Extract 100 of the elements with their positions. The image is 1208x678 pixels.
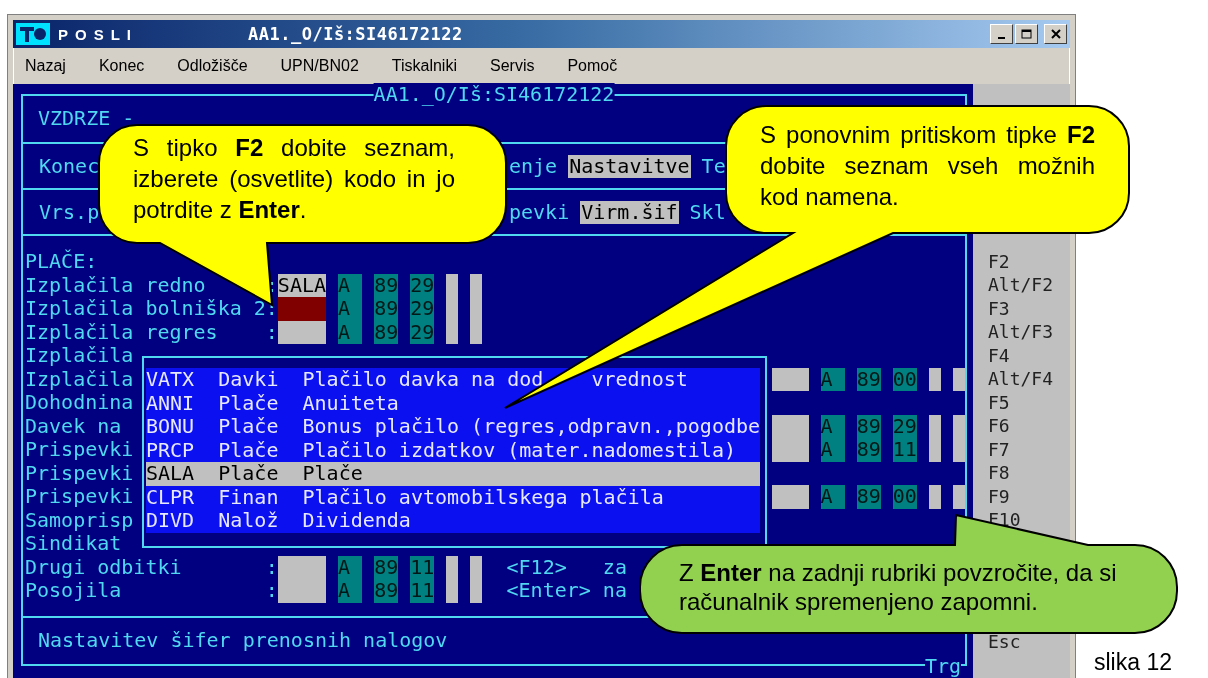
flag-field[interactable]: A [338, 320, 363, 344]
code-field[interactable] [772, 414, 809, 438]
flag-field[interactable]: 89 [856, 367, 881, 391]
flag-field[interactable]: 00 [892, 367, 917, 391]
flag-field[interactable]: A [820, 438, 845, 462]
maximize-button[interactable] [1015, 24, 1038, 44]
code-field[interactable] [772, 485, 809, 509]
code-list-item[interactable]: BONU Plače Bonus plačilo (regres,odpravn.,pogodbe [146, 415, 760, 439]
function-key[interactable]: F4 [988, 343, 1070, 367]
window-title: AA1._O/Iš:SI46172122 [248, 24, 463, 44]
minimize-button[interactable] [990, 24, 1013, 44]
close-button[interactable] [1044, 24, 1067, 44]
separator: : [265, 555, 278, 579]
flag-field[interactable]: 89 [374, 297, 399, 321]
terminal-menu-item[interactable]: Vrs.p [38, 200, 101, 224]
field-label: Prispevki [25, 461, 134, 485]
menu-item[interactable]: Odložišče [177, 57, 248, 75]
flag-field[interactable]: 29 [892, 414, 917, 438]
terminal-menu-item[interactable]: Te [700, 154, 727, 178]
flag-field[interactable]: A [820, 414, 845, 438]
code-field[interactable] [772, 438, 809, 462]
terminal-menu-item[interactable]: Konec [38, 154, 101, 178]
field-label: Drugi odbitki [25, 555, 183, 579]
function-key[interactable]: Alt/F4 [988, 367, 1070, 391]
field-label: Posojila [25, 579, 123, 603]
field-label: Izplačila redno [25, 273, 207, 297]
flag-field[interactable]: 29 [410, 273, 435, 297]
code-field[interactable] [277, 297, 326, 321]
terminal-menu-item[interactable]: pevki [508, 200, 571, 224]
separator: : [265, 320, 278, 344]
empty-field[interactable] [928, 485, 941, 509]
function-key[interactable]: F7 [988, 437, 1070, 461]
code-field[interactable] [277, 320, 326, 344]
function-key[interactable]: Esc [988, 629, 1070, 653]
flag-field[interactable]: 11 [410, 579, 435, 603]
flag-field[interactable]: A [820, 367, 845, 391]
flag-field[interactable]: 29 [410, 297, 435, 321]
frame-title: AA1._O/Iš:SI46172122 [373, 83, 615, 105]
flag-field[interactable]: 89 [856, 485, 881, 509]
terminal-menu-item[interactable]: enje [508, 154, 559, 178]
flag-field[interactable]: 11 [410, 555, 435, 579]
function-key[interactable]: F6 [988, 414, 1070, 438]
minimize-icon [998, 36, 1005, 39]
menu-item[interactable]: UPN/BN02 [280, 57, 359, 75]
app-name: POSLI [58, 25, 139, 43]
code-list-item[interactable]: SALA Plače Plače [146, 462, 760, 486]
function-key[interactable]: F2 [988, 249, 1070, 273]
menu-item[interactable]: Tiskalniki [391, 57, 457, 75]
flag-field[interactable]: 89 [374, 273, 399, 297]
flag-field[interactable]: 89 [374, 555, 399, 579]
terminal-menu-item[interactable]: Nastavitve [568, 154, 691, 178]
figure-caption: slika 12 [1094, 649, 1172, 676]
callout-text: Z Enter na zadnji rubriki povzročite, da si računalnik spremenjeno zapomni. [679, 558, 1118, 616]
flag-field[interactable]: 89 [856, 438, 881, 462]
function-key[interactable]: F9 [988, 484, 1070, 508]
menu-item[interactable]: Pomoč [567, 57, 618, 75]
app-logo-icon [16, 23, 50, 45]
function-key[interactable]: Alt/F3 [988, 320, 1070, 344]
code-field[interactable]: SALA [277, 273, 326, 297]
code-list-item[interactable]: DIVD Nalož Dividenda [146, 509, 760, 533]
terminal-menu-item[interactable]: Skl [688, 200, 727, 224]
screen-header: VZDRZE - [38, 107, 135, 131]
separator: : [265, 579, 278, 603]
function-key[interactable]: F5 [988, 390, 1070, 414]
menu-item[interactable]: Nazaj [25, 57, 66, 75]
field-label: Prispevki [25, 485, 134, 509]
code-field[interactable] [277, 555, 326, 579]
code-list-item[interactable]: PRCP Plače Plačilo izdatkov (mater.nadomestila) [146, 438, 760, 462]
code-field[interactable] [277, 579, 326, 603]
field-label: Izplačila [25, 367, 134, 391]
code-list-item[interactable]: ANNI Plače Anuiteta [146, 391, 760, 415]
flag-field[interactable]: 89 [374, 320, 399, 344]
flag-field[interactable]: 89 [374, 579, 399, 603]
field-label: Sindikat [25, 532, 122, 556]
flag-field[interactable]: 89 [856, 414, 881, 438]
code-list-item[interactable]: CLPR Finan Plačilo avtomobilskega plačila [146, 485, 760, 509]
field-label: Prispevki [25, 438, 134, 462]
function-key[interactable]: Alt/F2 [988, 273, 1070, 297]
code-list-item[interactable]: VATX Davki Plačilo davka na dod vrednost [146, 368, 760, 392]
menu-item[interactable]: Konec [98, 57, 145, 75]
field-label: Dohodnina [25, 391, 134, 415]
code-field[interactable] [772, 367, 809, 391]
flag-field[interactable]: 29 [410, 320, 435, 344]
close-icon [1050, 29, 1061, 39]
terminal-menu-item[interactable]: Virm.šif [580, 200, 679, 224]
flag-field[interactable]: A [820, 485, 845, 509]
function-key[interactable]: F3 [988, 296, 1070, 320]
empty-field[interactable] [928, 367, 941, 391]
flag-field[interactable]: A [338, 555, 363, 579]
flag-field[interactable]: 11 [892, 438, 917, 462]
menu-item[interactable]: Servis [490, 57, 535, 75]
flag-field[interactable]: 00 [892, 485, 917, 509]
flag-field[interactable]: A [338, 579, 363, 603]
field-label: Izplačila bolniška 2 [25, 297, 266, 321]
flag-field[interactable]: A [338, 273, 363, 297]
flag-field[interactable]: A [338, 297, 363, 321]
empty-field[interactable] [952, 485, 965, 509]
empty-field[interactable] [952, 367, 965, 391]
field-label: Izplačila regres [25, 320, 219, 344]
function-key[interactable]: F8 [988, 461, 1070, 485]
